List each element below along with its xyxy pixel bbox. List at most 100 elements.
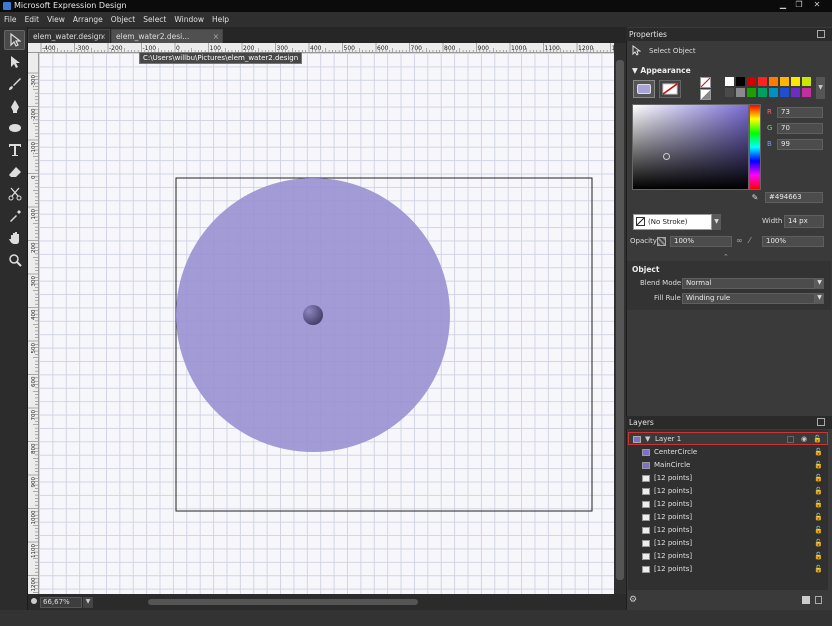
color-swatch[interactable] (736, 88, 745, 97)
fit-view-icon[interactable] (31, 598, 37, 604)
text-icon[interactable] (4, 140, 25, 160)
layer-row-path[interactable]: [12 points] 🔓 (628, 472, 828, 485)
fill-rule-dropdown[interactable]: Winding rule (682, 293, 815, 304)
color-swatch[interactable] (758, 77, 767, 86)
lock-icon[interactable]: 🔓 (814, 448, 823, 456)
minimize-button[interactable]: ▁ (776, 0, 790, 11)
menu-view[interactable]: View (43, 12, 69, 27)
scissors-icon[interactable] (4, 184, 25, 204)
ellipse-icon[interactable] (4, 118, 25, 138)
hand-icon[interactable] (4, 228, 25, 248)
layer-row-path[interactable]: [12 points] 🔓 (628, 537, 828, 550)
restore-button[interactable]: ❐ (792, 0, 806, 11)
color-picker-marker[interactable] (663, 153, 670, 160)
layer-expand-icon[interactable]: ▼ (645, 433, 650, 446)
close-tab-icon[interactable]: × (213, 30, 219, 43)
horizontal-scroll-thumb[interactable] (148, 599, 418, 605)
width-field[interactable]: 14 px (784, 215, 824, 228)
lock-icon[interactable]: 🔓 (814, 526, 823, 534)
stroke-dropdown-icon[interactable]: ▼ (712, 214, 721, 230)
lock-icon[interactable]: 🔓 (813, 435, 822, 443)
close-tab-icon[interactable]: × (100, 30, 106, 43)
b-field[interactable]: 99 (777, 139, 823, 150)
selection-arrow-icon[interactable] (4, 30, 25, 50)
stroke-opacity-field[interactable]: 100% (762, 236, 824, 247)
vertical-scroll-thumb[interactable] (616, 60, 624, 580)
horizontal-ruler[interactable]: -400 -300 -200 -100 0 100 200 300 400 500 600 700 80… (28, 43, 614, 53)
lock-icon[interactable]: 🔓 (814, 552, 823, 560)
stroke-mode-button[interactable] (659, 80, 681, 98)
blend-mode-dropdown[interactable]: Normal (682, 278, 815, 289)
zoom-dropdown-icon[interactable]: ▼ (83, 597, 93, 608)
layer-row-path[interactable]: [12 points] 🔓 (628, 498, 828, 511)
layer-row-path[interactable]: [12 points] 🔓 (628, 511, 828, 524)
color-swatch[interactable] (791, 77, 800, 86)
layers-popout-icon[interactable] (817, 418, 825, 426)
color-swatch[interactable] (769, 77, 778, 86)
no-color-swatch[interactable] (700, 77, 711, 88)
blend-mode-dropdown-icon[interactable]: ▼ (815, 278, 824, 289)
center-circle[interactable] (303, 305, 323, 325)
color-swatch[interactable] (736, 77, 745, 86)
select-object-icon[interactable] (632, 45, 642, 58)
layer-row-path[interactable]: [12 points] 🔓 (628, 524, 828, 537)
zoom-level-field[interactable]: 66,67% (40, 597, 82, 608)
color-swatch[interactable] (802, 88, 811, 97)
zoom-icon[interactable] (4, 250, 25, 270)
hex-field[interactable]: #494663 (765, 192, 823, 203)
opacity-field[interactable]: 100% (670, 236, 732, 247)
collapse-arrow-icon[interactable]: ⌃ (723, 253, 729, 261)
menu-help[interactable]: Help (208, 12, 233, 27)
tab-elem-water[interactable]: elem_water.design × (28, 29, 110, 43)
appearance-section[interactable]: ▼ Appearance (632, 66, 691, 75)
lock-icon[interactable]: 🔓 (814, 565, 823, 573)
menu-edit[interactable]: Edit (21, 12, 44, 27)
eyedropper-icon[interactable] (4, 206, 25, 226)
lock-icon[interactable]: 🔓 (814, 500, 823, 508)
menu-file[interactable]: File (0, 12, 21, 27)
color-swatch[interactable] (725, 77, 734, 86)
tab-elem-water2[interactable]: elem_water2.desi... × (111, 29, 223, 43)
layer-row-path[interactable]: [12 points] 🔓 (628, 563, 828, 576)
layer-options-gear-icon[interactable]: ⚙ (629, 595, 637, 605)
lock-icon[interactable]: 🔓 (814, 461, 823, 469)
color-swatch[interactable] (802, 77, 811, 86)
color-swatch[interactable] (769, 88, 778, 97)
color-field[interactable] (632, 104, 749, 190)
color-swatch[interactable] (791, 88, 800, 97)
color-swatch[interactable] (780, 77, 789, 86)
layer-row-centercircle[interactable]: CenterCircle 🔓 (628, 446, 828, 459)
layer-row-maincircle[interactable]: MainCircle 🔓 (628, 459, 828, 472)
r-field[interactable]: 73 (777, 107, 823, 118)
layer-row-layer1[interactable]: ▼ Layer 1 ◉ 🔓 (628, 432, 828, 445)
eyedropper-icon[interactable]: ✎ (749, 193, 761, 204)
vertical-ruler[interactable]: -300 -200 -100 0 100 200 300 400 500 600 700 800 900… (28, 53, 39, 594)
lock-icon[interactable]: 🔓 (814, 474, 823, 482)
visibility-eye-icon[interactable]: ◉ (801, 433, 807, 446)
pen-icon[interactable] (4, 96, 25, 116)
menu-object[interactable]: Object (107, 12, 139, 27)
close-button[interactable]: ✕ (810, 0, 824, 11)
color-swatch[interactable] (725, 88, 734, 97)
g-field[interactable]: 70 (777, 123, 823, 134)
new-layer-icon[interactable] (802, 596, 810, 604)
artboard-canvas[interactable] (39, 53, 614, 594)
link-icon[interactable]: ∞ (736, 236, 743, 245)
color-swatch[interactable] (758, 88, 767, 97)
gradient-swatch[interactable] (700, 89, 711, 100)
color-swatch[interactable] (780, 88, 789, 97)
swatch-scroll-icon[interactable]: ▼ (816, 77, 825, 99)
layer-select-icon[interactable] (787, 436, 794, 443)
direct-select-icon[interactable] (4, 52, 25, 72)
layer-row-path[interactable]: [12 points] 🔓 (628, 485, 828, 498)
delete-layer-icon[interactable] (815, 596, 822, 604)
menu-window[interactable]: Window (170, 12, 208, 27)
lock-icon[interactable]: 🔓 (814, 539, 823, 547)
menu-select[interactable]: Select (139, 12, 170, 27)
brush-icon[interactable] (4, 74, 25, 94)
panel-popout-icon[interactable] (817, 30, 825, 38)
color-swatch[interactable] (747, 77, 756, 86)
fill-rule-dropdown-icon[interactable]: ▼ (815, 293, 824, 304)
menu-arrange[interactable]: Arrange (69, 12, 107, 27)
fill-mode-button[interactable] (633, 80, 655, 98)
